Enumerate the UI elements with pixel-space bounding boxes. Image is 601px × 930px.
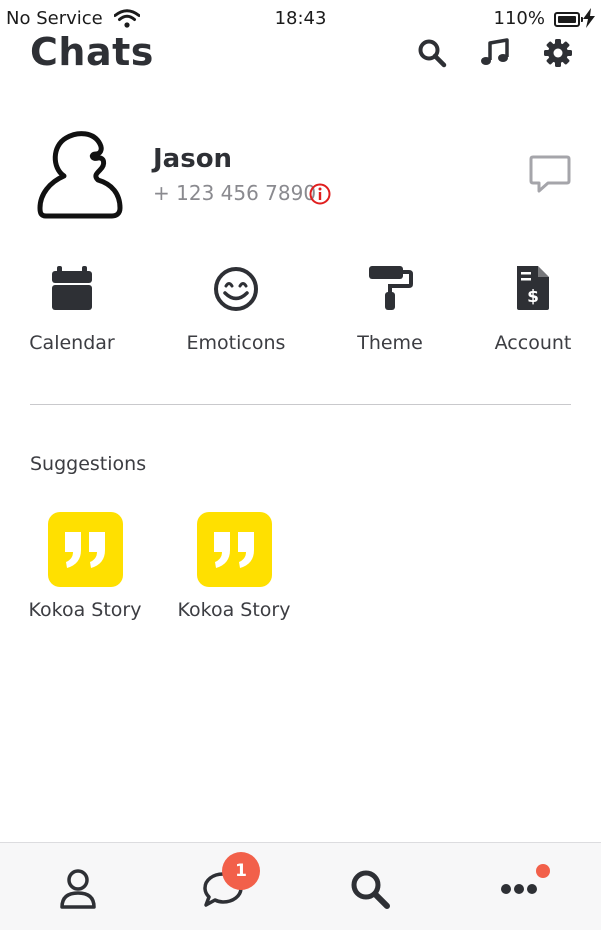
quick-action-label: Theme (357, 332, 423, 354)
chat-bubble-icon[interactable] (528, 153, 572, 197)
svg-text:$: $ (527, 287, 539, 307)
tab-bar (0, 842, 601, 930)
suggestion-tile (47, 512, 123, 587)
search-icon[interactable] (417, 38, 447, 68)
quick-action-label: Account (494, 332, 572, 354)
music-note-icon[interactable] (480, 38, 510, 68)
quick-action-label: Calendar (29, 332, 115, 354)
suggestion-tile (196, 512, 272, 587)
paint-roller-icon (369, 266, 413, 310)
divider (30, 404, 571, 405)
suggestion-label: Kokoa Story (177, 599, 291, 621)
invoice-dollar-icon: $ (517, 266, 549, 310)
tab-search[interactable] (348, 867, 392, 911)
suggestion-label: Kokoa Story (28, 599, 142, 621)
quick-action-calendar[interactable]: Calendar (7, 262, 137, 354)
section-title: Suggestions (30, 453, 147, 475)
quote-icon (64, 532, 105, 568)
calendar-icon (52, 266, 92, 310)
profile-name: Jason (153, 144, 233, 174)
quick-action-emoticons[interactable]: Emoticons (171, 262, 301, 354)
suggestion-item[interactable]: Kokoa Story (169, 512, 299, 621)
quick-action-account[interactable]: $ Account (468, 262, 598, 354)
battery-icon (554, 12, 583, 27)
suggestion-item[interactable]: Kokoa Story (20, 512, 150, 621)
charging-bolt-icon (583, 8, 595, 33)
info-circle-icon[interactable] (309, 183, 331, 205)
notification-dot (536, 864, 550, 878)
profile-phone: + 123 456 7890 (153, 181, 317, 205)
unread-count-badge: 1 (222, 852, 260, 890)
more-dots-icon (501, 884, 537, 894)
avatar[interactable] (36, 128, 124, 220)
quick-action-theme[interactable]: Theme (325, 262, 455, 354)
search-icon (351, 870, 390, 909)
quote-icon (213, 532, 254, 568)
quick-action-label: Emoticons (186, 332, 286, 354)
page-title: Chats (30, 30, 154, 74)
gear-icon[interactable] (543, 38, 573, 68)
battery-percent: 110% (493, 8, 545, 29)
tab-more[interactable] (497, 867, 541, 911)
smiley-icon (214, 267, 258, 311)
person-icon (60, 869, 96, 909)
tab-friends[interactable] (56, 867, 100, 911)
